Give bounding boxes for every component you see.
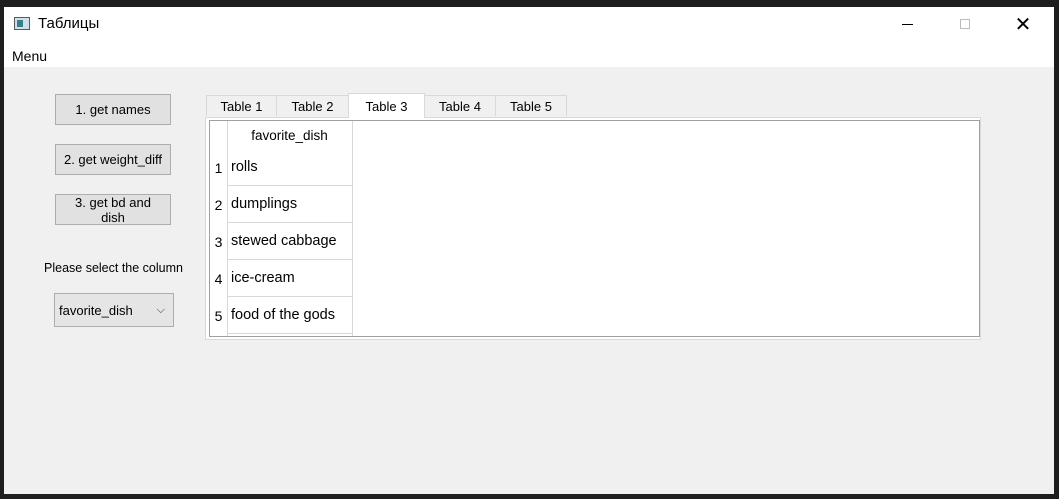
row-header[interactable]: 5 [210,308,227,324]
column-select-label: Please select the column [44,261,183,275]
menu-item-menu[interactable]: Menu [12,48,47,64]
row-header[interactable]: 1 [210,160,227,176]
tab-table-3[interactable]: Table 3 [348,93,425,118]
row-divider [227,259,353,260]
maximize-button[interactable] [936,7,994,41]
tab-table-5[interactable]: Table 5 [495,95,567,116]
row-header[interactable]: 4 [210,271,227,287]
close-icon: ✕ [1014,12,1032,36]
chevron-down-icon: ⌵ [156,303,165,316]
row-divider [227,185,353,186]
tab-pane: favorite_dish 1 rolls 2 dumplings 3 stew… [205,117,981,340]
maximize-icon [960,19,970,29]
get-names-button[interactable]: 1. get names [55,94,171,125]
row-divider [227,333,353,334]
column-select-value: favorite_dish [59,303,133,318]
app-icon [14,17,30,30]
row-header[interactable]: 2 [210,197,227,213]
app-window: Таблицы ✕ Menu 1. get names 2. get weigh… [4,7,1054,494]
column-divider [352,121,353,336]
table-cell[interactable]: ice-cream [231,270,295,286]
column-header[interactable]: favorite_dish [227,121,352,150]
window-title: Таблицы [38,15,100,32]
column-select[interactable]: favorite_dish ⌵ [54,293,174,327]
close-button[interactable]: ✕ [994,7,1052,41]
data-table[interactable]: favorite_dish 1 rolls 2 dumplings 3 stew… [209,120,980,337]
table-cell[interactable]: stewed cabbage [231,233,337,249]
tab-table-2[interactable]: Table 2 [276,95,349,116]
get-weight-diff-button[interactable]: 2. get weight_diff [55,144,171,175]
table-cell[interactable]: dumplings [231,196,297,212]
row-divider [227,296,353,297]
tab-table-4[interactable]: Table 4 [424,95,496,116]
get-bd-and-dish-button[interactable]: 3. get bd and dish [55,194,171,225]
title-bar: Таблицы ✕ [4,7,1054,41]
row-header[interactable]: 3 [210,234,227,250]
row-divider [227,222,353,223]
table-cell[interactable]: food of the gods [231,307,335,323]
menu-bar: Menu [4,41,1054,67]
tab-table-1[interactable]: Table 1 [206,95,277,116]
minimize-icon [901,23,913,25]
row-header-divider [227,121,228,336]
table-cell[interactable]: rolls [231,159,258,175]
minimize-button[interactable] [878,7,936,41]
